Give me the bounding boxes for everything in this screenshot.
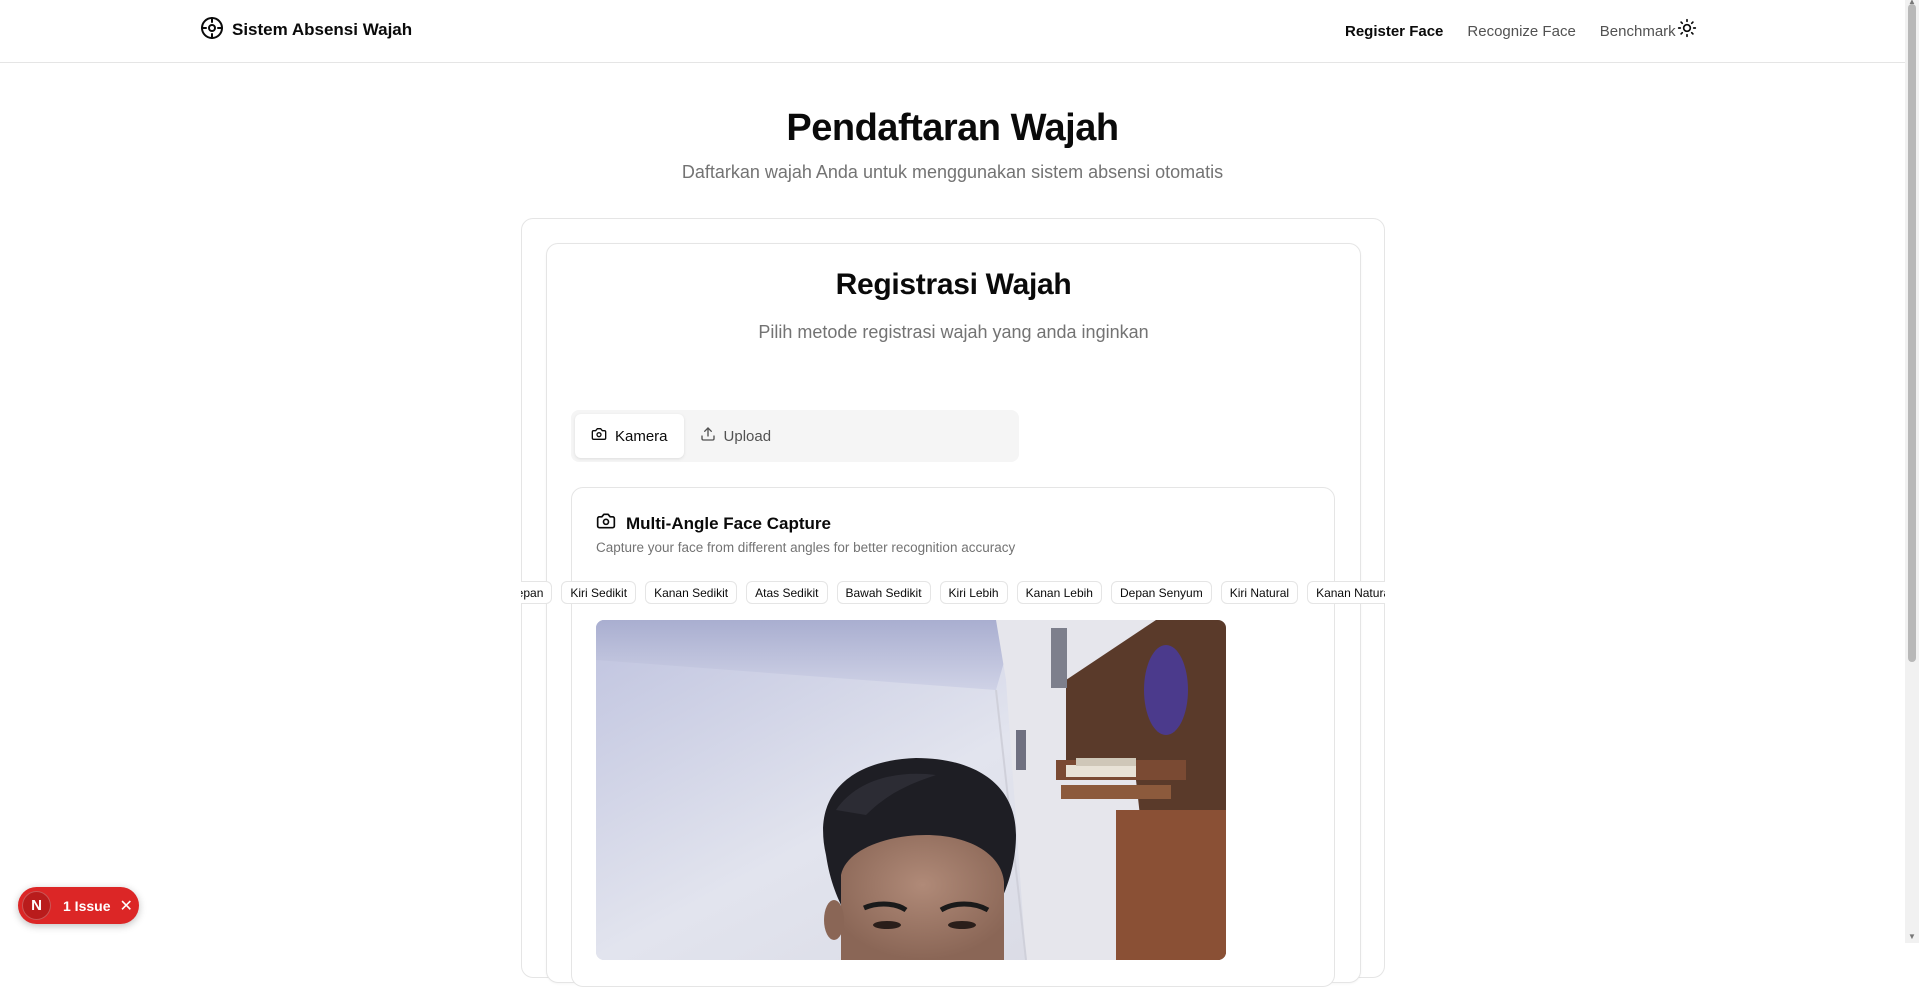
scrollbar-thumb[interactable] — [1908, 4, 1916, 662]
main-nav: Register Face Recognize Face Benchmark — [1345, 20, 1700, 42]
brand[interactable]: Sistem Absensi Wajah — [200, 16, 413, 45]
camera-icon — [596, 511, 616, 536]
nav-register-face[interactable]: Register Face — [1345, 23, 1443, 40]
angle-chip[interactable]: Kiri Natural — [1220, 581, 1299, 604]
method-tabs: Kamera Upload — [571, 410, 1019, 462]
theme-toggle-button[interactable] — [1676, 18, 1698, 43]
angle-chip[interactable]: Kiri Lebih — [939, 581, 1008, 604]
sun-icon — [1677, 18, 1697, 43]
camera-preview — [596, 620, 1226, 960]
face-target-icon — [200, 16, 224, 45]
close-icon[interactable]: ✕ — [119, 896, 132, 916]
angle-chip[interactable]: Kanan Sedikit — [645, 581, 738, 604]
tab-label: Upload — [723, 427, 772, 445]
capture-description: Capture your face from different angles … — [596, 540, 1016, 555]
nav-recognize-face[interactable]: Recognize Face — [1467, 23, 1575, 40]
page-title: Pendaftaran Wajah — [786, 107, 1119, 149]
tab-upload[interactable]: Upload — [684, 414, 788, 458]
issue-badge[interactable]: N 1 Issue ✕ — [18, 887, 139, 924]
tab-label: Kamera — [615, 427, 668, 445]
angle-chip[interactable]: Atas Sedikit — [746, 581, 828, 604]
nav-benchmark[interactable]: Benchmark — [1600, 23, 1676, 40]
page-subtitle: Daftarkan wajah Anda untuk menggunakan s… — [681, 162, 1224, 182]
tab-kamera[interactable]: Kamera — [575, 414, 684, 458]
angle-chip[interactable]: Kanan Natural — [1307, 581, 1385, 604]
angle-chip-list: Depan Kiri Sedikit Kanan Sedikit Atas Se… — [521, 581, 1385, 604]
issue-count-label[interactable]: 1 Issue — [63, 898, 110, 914]
angle-chip[interactable]: Bawah Sedikit — [836, 581, 931, 604]
top-navbar: Sistem Absensi Wajah Register Face Recog… — [0, 0, 1905, 63]
angle-chip-strip: Depan Kiri Sedikit Kanan Sedikit Atas Se… — [521, 581, 1385, 605]
angle-chip[interactable]: Depan Senyum — [1110, 581, 1212, 604]
registration-subtitle: Pilih metode registrasi wajah yang anda … — [758, 322, 1149, 342]
upload-icon — [700, 426, 716, 446]
page-scrollbar[interactable]: ▲ ▼ — [1905, 0, 1919, 943]
scroll-down-icon[interactable]: ▼ — [1908, 933, 1916, 941]
angle-chip[interactable]: Kanan Lebih — [1016, 581, 1102, 604]
registration-title: Registrasi Wajah — [835, 268, 1072, 301]
angle-chip[interactable]: Depan — [521, 581, 553, 604]
angle-chip[interactable]: Kiri Sedikit — [561, 581, 637, 604]
brand-title: Sistem Absensi Wajah — [232, 20, 413, 39]
camera-feed-image — [596, 620, 1226, 960]
nextjs-logo-icon: N — [22, 891, 51, 920]
camera-icon — [591, 426, 607, 446]
capture-title-text: Multi-Angle Face Capture — [626, 513, 831, 533]
capture-title: Multi-Angle Face Capture — [596, 511, 831, 536]
